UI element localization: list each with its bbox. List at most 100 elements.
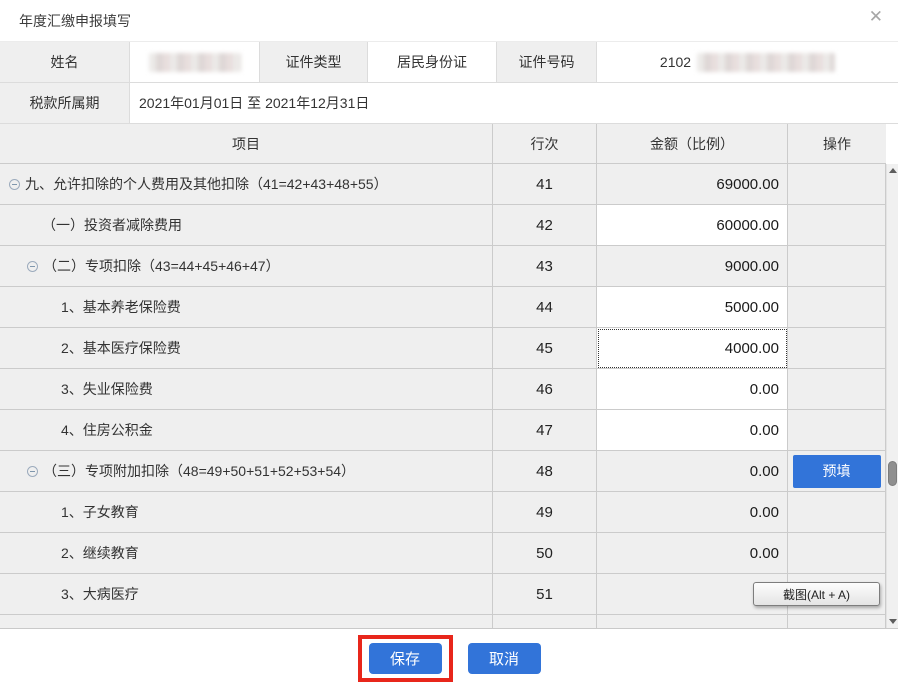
item-label: 九、允许扣除的个人费用及其他扣除（41=42+43+48+55） (25, 174, 388, 194)
name-label: 姓名 (0, 42, 130, 83)
annual-settlement-dialog: 年度汇缴申报填写 ✕ 姓名 证件类型 居民身份证 证件号码 2102 税款所属期… (0, 0, 898, 629)
table-row: 4、住房公积金 470.00 (0, 410, 886, 451)
line-number-cell: 44 (493, 287, 597, 328)
dialog-title: 年度汇缴申报填写 (19, 11, 131, 31)
collapse-minus-icon[interactable] (27, 466, 38, 477)
amount-input-cell[interactable]: 0.00 (597, 369, 788, 410)
action-cell (788, 410, 886, 451)
table-row: 1、基本养老保险费 445000.00 (0, 287, 886, 328)
item-cell: 2、基本医疗保险费 (0, 328, 493, 369)
table-row: 2、继续教育 500.00 (0, 533, 886, 574)
action-cell (788, 287, 886, 328)
item-cell: 2、继续教育 (0, 533, 493, 574)
amount-input-cell[interactable]: 5000.00 (597, 287, 788, 328)
amount-cell: 0.00 (597, 451, 788, 492)
id-type-label: 证件类型 (260, 42, 368, 83)
cancel-button[interactable]: 取消 (468, 643, 541, 674)
table-row: 3、失业保险费 460.00 (0, 369, 886, 410)
line-number-cell: 45 (493, 328, 597, 369)
collapse-minus-icon[interactable] (27, 261, 38, 272)
item-cell: 4、住房公积金 (0, 410, 493, 451)
item-cell: 1、子女教育 (0, 492, 493, 533)
item-cell: （三）专项附加扣除（48=49+50+51+52+53+54） (0, 451, 493, 492)
item-label: （三）专项附加扣除（48=49+50+51+52+53+54） (43, 461, 355, 481)
line-number-cell: 48 (493, 451, 597, 492)
id-number-label: 证件号码 (497, 42, 597, 83)
amount-input-cell[interactable]: 4000.00 (597, 328, 788, 369)
action-cell (788, 369, 886, 410)
collapse-minus-icon[interactable] (9, 179, 20, 190)
scrollbar-thumb[interactable] (888, 461, 897, 486)
amount-cell: 69000.00 (597, 164, 788, 205)
item-label: 3、大病医疗 (61, 584, 139, 604)
partial-next-row (0, 615, 886, 628)
screenshot-tooltip: 截图(Alt + A) (753, 582, 880, 606)
vertical-scrollbar[interactable] (886, 164, 898, 628)
redacted-name (149, 53, 241, 72)
amount-input-cell[interactable]: 60000.00 (597, 205, 788, 246)
action-cell (788, 164, 886, 205)
line-number-cell: 42 (493, 205, 597, 246)
taxpayer-info-row: 姓名 证件类型 居民身份证 证件号码 2102 (0, 42, 898, 83)
item-cell: （二）专项扣除（43=44+45+46+47） (0, 246, 493, 287)
table-row: 九、允许扣除的个人费用及其他扣除（41=42+43+48+55） 4169000.… (0, 164, 886, 205)
item-label: 1、子女教育 (61, 502, 139, 522)
line-number-cell: 47 (493, 410, 597, 451)
item-label: 2、基本医疗保险费 (61, 338, 181, 358)
close-icon[interactable]: ✕ (869, 8, 883, 25)
action-cell (788, 533, 886, 574)
line-number-cell: 46 (493, 369, 597, 410)
header-item: 项目 (0, 124, 493, 164)
action-cell (788, 246, 886, 287)
line-number-cell: 49 (493, 492, 597, 533)
deduction-table: 项目 行次 金额（比例） 操作 九、允许扣除的个人费用及其他扣除（41=42+4… (0, 124, 898, 629)
item-cell: 3、失业保险费 (0, 369, 493, 410)
line-number-cell: 43 (493, 246, 597, 287)
line-number-cell: 41 (493, 164, 597, 205)
action-cell (788, 492, 886, 533)
tax-period-row: 税款所属期 2021年01月01日 至 2021年12月31日 (0, 83, 898, 124)
table-body: 九、允许扣除的个人费用及其他扣除（41=42+43+48+55） 4169000.… (0, 164, 898, 615)
action-cell (788, 328, 886, 369)
header-action: 操作 (788, 124, 886, 164)
amount-cell: 9000.00 (597, 246, 788, 287)
amount-input-cell[interactable]: 0.00 (597, 410, 788, 451)
amount-cell: 0.00 (597, 533, 788, 574)
prefill-button[interactable]: 预填 (793, 455, 881, 488)
scroll-down-icon[interactable] (887, 615, 898, 628)
item-cell: 1、基本养老保险费 (0, 287, 493, 328)
table-row: （一）投资者减除费用4260000.00 (0, 205, 886, 246)
id-number-visible-digits: 2102 (660, 54, 691, 70)
id-number-value: 2102 (597, 42, 898, 83)
name-value (130, 42, 260, 83)
table-header-row: 项目 行次 金额（比例） 操作 (0, 124, 886, 164)
id-type-value: 居民身份证 (368, 42, 497, 83)
item-cell: 3、大病医疗 (0, 574, 493, 615)
amount-cell: 0.00 (597, 492, 788, 533)
table-row: （三）专项附加扣除（48=49+50+51+52+53+54） 480.00预填 (0, 451, 886, 492)
table-row: 2、基本医疗保险费 454000.00 (0, 328, 886, 369)
table-row: 1、子女教育 490.00 (0, 492, 886, 533)
item-label: 4、住房公积金 (61, 420, 153, 440)
scroll-up-icon[interactable] (887, 164, 898, 177)
table-row: （二）专项扣除（43=44+45+46+47） 439000.00 (0, 246, 886, 287)
action-cell (788, 205, 886, 246)
dialog-title-bar: 年度汇缴申报填写 ✕ (0, 0, 898, 42)
red-highlight-annotation: 保存 (358, 635, 453, 682)
item-label: 1、基本养老保险费 (61, 297, 181, 317)
item-cell: （一）投资者减除费用 (0, 205, 493, 246)
header-line: 行次 (493, 124, 597, 164)
footer-actions: 保存 取消 (0, 630, 898, 687)
item-label: 3、失业保险费 (61, 379, 153, 399)
line-number-cell: 51 (493, 574, 597, 615)
redacted-id-number (697, 53, 835, 72)
save-button[interactable]: 保存 (369, 643, 442, 674)
item-label: 2、继续教育 (61, 543, 139, 563)
line-number-cell: 50 (493, 533, 597, 574)
action-cell: 预填 (788, 451, 886, 492)
item-cell: 九、允许扣除的个人费用及其他扣除（41=42+43+48+55） (0, 164, 493, 205)
period-label: 税款所属期 (0, 83, 130, 124)
period-value: 2021年01月01日 至 2021年12月31日 (130, 83, 898, 124)
header-amount: 金额（比例） (597, 124, 788, 164)
item-label: （二）专项扣除（43=44+45+46+47） (43, 256, 280, 276)
